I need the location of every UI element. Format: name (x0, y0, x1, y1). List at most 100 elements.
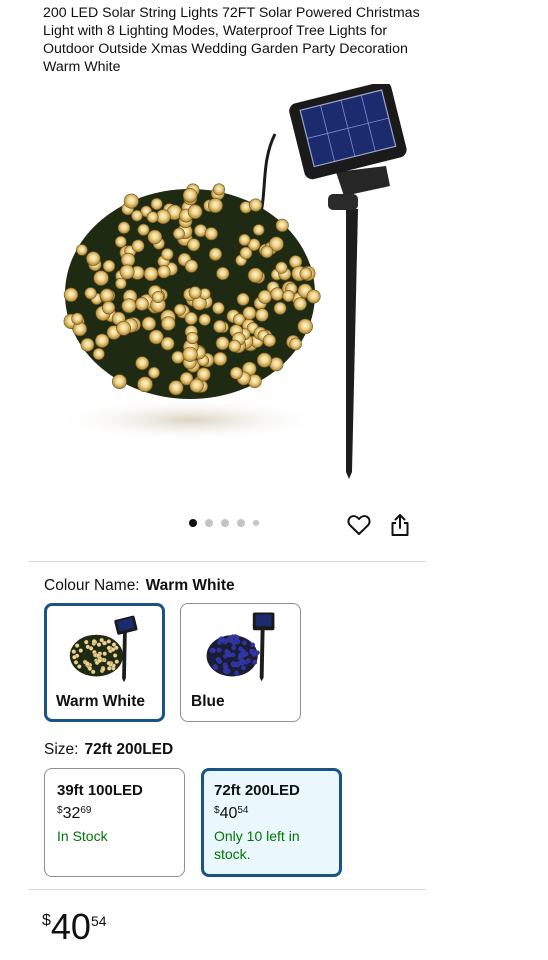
led-bulb (86, 251, 101, 266)
add-to-wishlist-button[interactable] (346, 512, 372, 538)
led-bulb (299, 267, 313, 280)
led-bulb (80, 337, 95, 352)
led-bulb (230, 652, 236, 658)
led-bulb (231, 661, 236, 667)
led-bulb (242, 306, 257, 320)
led-bulb (238, 233, 251, 246)
size-label: Size: (44, 741, 79, 758)
led-bulb (87, 666, 93, 671)
led-bulb (78, 648, 83, 653)
size-option-name: 72ft 200LED (214, 782, 300, 799)
led-bulb (243, 651, 249, 657)
colour-option-blue[interactable]: Blue (180, 603, 301, 722)
size-option-72ft[interactable]: 72ft 200LED $40 54 Only 10 left in stock. (201, 768, 342, 877)
led-bulb (116, 320, 131, 336)
led-bulb (226, 651, 231, 656)
led-bulb (275, 218, 289, 232)
led-bulb (114, 659, 119, 664)
led-bulb (260, 245, 274, 259)
pagination-dot[interactable] (205, 519, 213, 527)
led-bulb (160, 336, 175, 351)
led-bulb (115, 277, 127, 290)
led-bulb (252, 660, 258, 665)
led-bulb (131, 209, 143, 222)
led-bulb (148, 329, 164, 345)
led-bulb (182, 188, 198, 203)
led-bulb (71, 649, 77, 654)
colour-selected-value: Warm White (145, 577, 235, 594)
led-bulb (213, 320, 227, 334)
led-bulb (255, 308, 269, 322)
led-bulb (233, 634, 238, 639)
led-bulb (161, 316, 176, 331)
size-option-name: 39ft 100LED (57, 782, 143, 799)
led-bulb (106, 660, 112, 666)
share-button[interactable] (387, 512, 413, 538)
led-bulb (63, 287, 79, 303)
colour-name-row: Colour Name: Warm White (44, 577, 235, 595)
share-icon (391, 514, 409, 536)
led-bulb (270, 287, 284, 301)
price-cents: 54 (90, 913, 107, 929)
led-bulb (93, 270, 109, 286)
led-bulb (213, 351, 228, 366)
size-option-39ft[interactable]: 39ft 100LED $32 69 In Stock (44, 768, 185, 877)
colour-option-warm-white[interactable]: Warm White (44, 603, 165, 722)
pagination-dot[interactable] (253, 520, 259, 526)
led-bulb (188, 286, 202, 299)
led-bulb (207, 198, 223, 214)
led-bulb (236, 292, 250, 306)
led-bulb (282, 290, 295, 303)
led-bulb (212, 664, 218, 669)
led-bulb (209, 648, 215, 653)
led-bulb (148, 366, 160, 379)
led-bulb (239, 660, 245, 666)
price-whole: 40 (219, 805, 238, 822)
solar-string-lights-photo (55, 81, 407, 479)
led-bulb (114, 235, 127, 248)
section-divider (28, 561, 426, 562)
led-bulb (146, 211, 159, 224)
led-bulb (73, 660, 79, 665)
led-bulb (293, 297, 307, 311)
section-divider (28, 889, 426, 890)
pagination-dot[interactable] (221, 519, 229, 527)
led-bulb (216, 266, 230, 281)
led-bulb (91, 639, 97, 644)
currency-symbol: $ (42, 912, 51, 929)
led-bulb (204, 227, 218, 241)
led-bulb (131, 239, 145, 253)
led-bulb (229, 366, 243, 380)
led-bulb (250, 642, 256, 648)
led-bulb (96, 642, 102, 647)
led-bulb (231, 645, 236, 650)
led-bulb (135, 356, 150, 371)
price-whole: 40 (50, 906, 91, 947)
pagination-dot[interactable] (237, 519, 245, 527)
led-bulb (235, 639, 241, 644)
pagination-dot[interactable] (189, 519, 197, 527)
led-bulb (186, 331, 199, 345)
size-option-price: $40 54 (214, 805, 329, 823)
product-image[interactable] (40, 81, 420, 494)
led-bulb (235, 662, 240, 668)
led-bulb (209, 247, 223, 261)
led-bulb (306, 289, 321, 304)
led-bulb (106, 645, 112, 651)
led-bulb (215, 336, 230, 351)
led-bulb (273, 301, 287, 315)
led-bulb (184, 259, 198, 273)
image-pagination[interactable] (189, 519, 259, 527)
led-bulb (99, 288, 114, 303)
led-bulb (117, 221, 131, 234)
led-bulb (252, 224, 265, 236)
led-bulb (239, 246, 253, 260)
led-bulb (171, 350, 185, 364)
led-bulb (85, 661, 90, 667)
product-title: 200 LED Solar String Lights 72FT Solar P… (43, 5, 420, 75)
led-bulb (247, 267, 263, 283)
led-bulb (187, 204, 203, 219)
led-bulb (187, 238, 201, 252)
led-bulb (141, 316, 156, 331)
led-bulb (88, 646, 94, 651)
